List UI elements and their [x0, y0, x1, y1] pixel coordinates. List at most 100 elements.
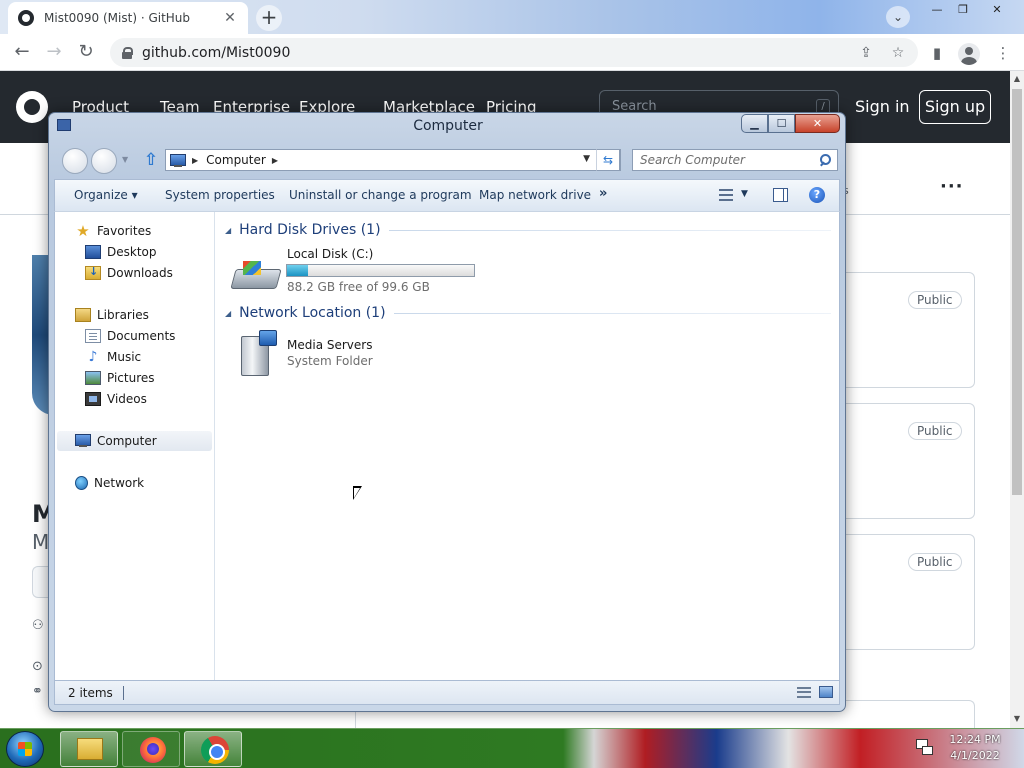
breadcrumb-arrow-icon[interactable]: ▶ — [192, 156, 198, 165]
clock-time: 12:24 PM — [949, 733, 1001, 746]
address-bar[interactable]: github.com/Mist0090 ⇪ ☆ — [110, 38, 918, 67]
large-icons-view-icon[interactable] — [819, 686, 833, 698]
back-arrow-icon[interactable]: ← — [10, 41, 34, 65]
item-count: 2 items — [68, 686, 124, 700]
url-text[interactable]: github.com/Mist0090 — [142, 45, 290, 61]
page-scrollbar[interactable]: ▲ ▼ — [1010, 71, 1024, 728]
forward-button[interactable] — [91, 148, 117, 174]
nav-favorites[interactable]: ★ Favorites — [75, 221, 151, 241]
help-icon[interactable]: ? — [809, 187, 825, 203]
repo-card[interactable]: Public — [840, 534, 975, 650]
documents-icon — [85, 329, 101, 343]
nav-documents[interactable]: Documents — [85, 326, 175, 346]
search-computer-input[interactable] — [633, 150, 813, 170]
taskbar-chrome[interactable] — [184, 731, 242, 767]
recent-pages-dropdown-icon[interactable]: ▼ — [122, 155, 128, 164]
reload-icon[interactable]: ↻ — [74, 41, 98, 65]
tab-search-chevron-icon[interactable]: ⌄ — [886, 6, 910, 28]
explorer-content: ★ Favorites Desktop Downloads Libraries … — [54, 211, 840, 681]
menu-kebab-icon[interactable]: ⋮ — [992, 42, 1014, 64]
new-tab-button[interactable]: + — [256, 5, 282, 31]
breadcrumb-computer[interactable]: Computer — [206, 153, 266, 167]
preview-pane-icon[interactable] — [773, 188, 788, 202]
view-dropdown-icon[interactable]: ▼ — [741, 189, 748, 199]
navigation-pane: ★ Favorites Desktop Downloads Libraries … — [55, 212, 215, 680]
profile-avatar-icon[interactable] — [958, 43, 980, 65]
people-icon: ⚇ — [32, 618, 44, 633]
taskbar-explorer[interactable] — [60, 731, 118, 767]
desktop-icon — [85, 245, 101, 259]
collapse-triangle-icon[interactable]: ◢ — [225, 309, 231, 318]
search-icon[interactable] — [819, 154, 831, 166]
network-tray-icon[interactable] — [916, 739, 933, 755]
nav-pictures[interactable]: Pictures — [85, 368, 155, 388]
scroll-down-arrow-icon[interactable]: ▼ — [1010, 711, 1024, 727]
repo-card[interactable]: Public — [840, 272, 975, 388]
explorer-address-bar[interactable]: ▶ Computer ▶ ▼ — [165, 149, 621, 171]
nav-desktop[interactable]: Desktop — [85, 242, 157, 262]
public-badge: Public — [908, 553, 962, 571]
browser-restore-button[interactable]: ❐ — [950, 2, 976, 18]
computer-icon — [75, 434, 91, 448]
group-divider — [388, 229, 831, 231]
repo-card[interactable]: Public — [840, 403, 975, 519]
system-clock[interactable]: 12:24 PM 4/1/2022 — [940, 732, 1010, 764]
forward-arrow-icon[interactable]: → — [42, 41, 66, 65]
nav-downloads[interactable]: Downloads — [85, 263, 173, 283]
close-button[interactable]: ✕ — [795, 114, 840, 133]
group-network-location[interactable]: ◢ Network Location (1) — [225, 303, 831, 323]
sign-up-button[interactable]: Sign up — [919, 90, 991, 124]
system-properties-button[interactable]: System properties — [165, 188, 275, 202]
collapse-triangle-icon[interactable]: ◢ — [225, 226, 231, 235]
up-arrow-icon[interactable]: ⇧ — [142, 151, 160, 169]
refresh-icon[interactable]: ⇆ — [596, 149, 620, 171]
nav-libraries-label: Libraries — [97, 308, 149, 322]
media-servers-name[interactable]: Media Servers — [287, 338, 372, 352]
map-network-drive-button[interactable]: Map network drive — [479, 188, 591, 202]
scrollbar-thumb[interactable] — [1012, 89, 1022, 495]
drive-usage-fill — [287, 265, 309, 276]
github-logo-icon[interactable] — [16, 91, 48, 123]
side-panel-icon[interactable]: ▮ — [926, 42, 948, 64]
close-tab-icon[interactable]: ✕ — [222, 10, 238, 26]
downloads-icon — [85, 265, 101, 280]
back-button[interactable] — [62, 148, 88, 174]
folder-icon — [77, 738, 103, 760]
media-server-icon[interactable] — [237, 330, 277, 376]
browser-close-button[interactable]: ✕ — [984, 2, 1010, 18]
nav-libraries[interactable]: Libraries — [75, 305, 149, 325]
more-commands-chevron-icon[interactable]: » — [599, 186, 607, 201]
more-options-icon[interactable]: ··· — [940, 176, 964, 197]
public-badge: Public — [908, 422, 962, 440]
taskbar-firefox[interactable] — [122, 731, 180, 767]
address-dropdown-icon[interactable]: ▼ — [583, 154, 590, 164]
breadcrumb-arrow-icon[interactable]: ▶ — [272, 156, 278, 165]
minimize-button[interactable]: ▁ — [741, 114, 768, 133]
drive-name[interactable]: Local Disk (C:) — [287, 247, 373, 261]
link-icon: ⚭ — [32, 684, 43, 699]
share-icon[interactable]: ⇪ — [856, 43, 876, 63]
nav-computer[interactable]: Computer — [57, 431, 212, 451]
sign-in-link[interactable]: Sign in — [855, 97, 910, 116]
browser-tab-github[interactable]: Mist0090 (Mist) · GitHub ✕ — [8, 2, 248, 34]
nav-videos-label: Videos — [107, 392, 147, 406]
hard-drive-icon[interactable] — [233, 259, 279, 291]
group-hard-disk-drives[interactable]: ◢ Hard Disk Drives (1) — [225, 220, 831, 240]
browser-tab-strip: Mist0090 (Mist) · GitHub ✕ + ⌄ — ❐ ✕ — [0, 0, 1024, 34]
details-view-icon[interactable] — [797, 687, 811, 698]
maximize-button[interactable]: ☐ — [768, 114, 795, 133]
browser-minimize-button[interactable]: — — [924, 2, 950, 18]
browser-toolbar: ← → ↻ github.com/Mist0090 ⇪ ☆ ▮ ⋮ — [0, 34, 1024, 71]
start-button[interactable] — [6, 731, 44, 767]
bookmark-star-icon[interactable]: ☆ — [888, 43, 908, 63]
uninstall-program-button[interactable]: Uninstall or change a program — [289, 188, 472, 202]
explorer-search-box[interactable] — [632, 149, 838, 171]
organize-button[interactable]: Organize ▾ — [74, 188, 138, 202]
nav-music[interactable]: ♪ Music — [85, 347, 142, 367]
explorer-window: Computer ▁ ☐ ✕ ▼ ⇧ ▶ Computer ▶ ▼ ⇆ Orga… — [48, 112, 846, 712]
taskbar: 12:24 PM 4/1/2022 — [0, 728, 1024, 768]
view-icon[interactable] — [719, 189, 733, 201]
nav-videos[interactable]: Videos — [85, 389, 147, 409]
scroll-up-arrow-icon[interactable]: ▲ — [1010, 71, 1024, 87]
nav-network[interactable]: Network — [75, 473, 144, 493]
